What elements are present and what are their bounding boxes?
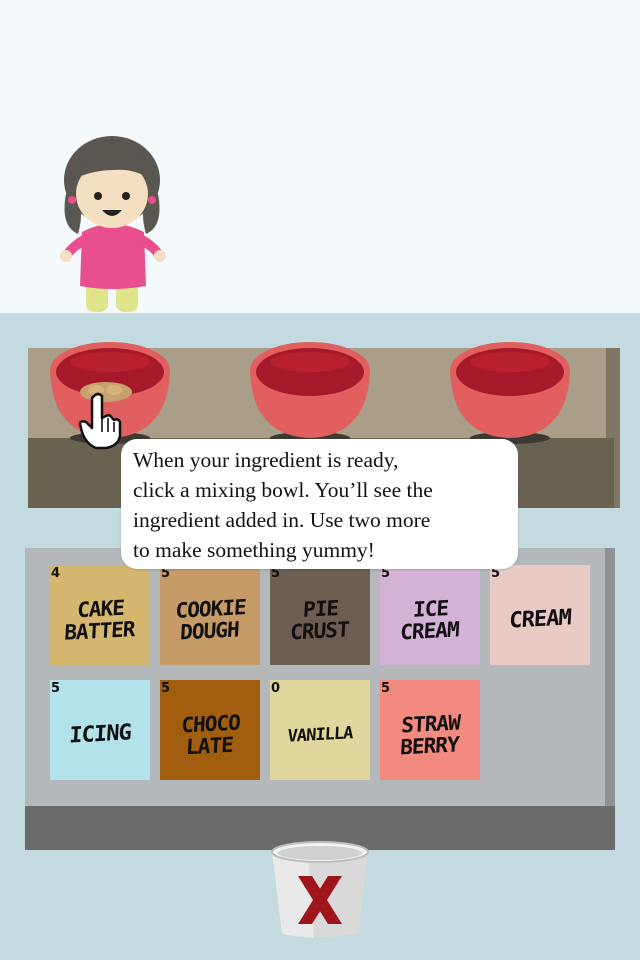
ingredient-label: STRAW BERRY (382, 692, 479, 779)
ingredient-label-line: BATTER (63, 617, 136, 645)
ingredient-tile[interactable]: 5 STRAW BERRY (380, 680, 480, 780)
mixing-bowl-2[interactable] (248, 340, 372, 444)
ingredient-tile[interactable]: 5 PIE CRUST (270, 565, 370, 665)
ingredient-label-line: CRUST (289, 617, 350, 645)
mixing-bowl-3[interactable] (448, 340, 572, 444)
tooltip-line: click a mixing bowl. You’ll see the (133, 478, 433, 502)
instruction-tooltip: When your ingredient is ready, click a m… (121, 439, 518, 569)
ingredient-count: 4 (51, 566, 61, 581)
ingredient-label: COOKIE DOUGH (162, 577, 259, 664)
tooltip-line: to make something yummy! (133, 538, 375, 562)
ingredient-tile[interactable]: 5 CHOCO LATE (160, 680, 260, 780)
tooltip-line: When your ingredient is ready, (133, 448, 399, 472)
ingredient-tile[interactable]: 5 CREAM (490, 565, 590, 665)
ingredient-label-line: BERRY (399, 732, 460, 760)
ingredient-label: ICING (52, 692, 149, 779)
ingredient-board-side (605, 548, 615, 850)
ingredient-label: VANILLA (272, 692, 369, 779)
ingredient-count: 5 (161, 681, 171, 696)
ingredient-label: ICE CREAM (382, 577, 479, 664)
pointing-hand-icon (78, 392, 124, 450)
ingredient-label-line: DOUGH (179, 617, 240, 645)
ingredient-count: 5 (381, 681, 391, 696)
ingredient-count: 5 (51, 681, 61, 696)
ingredient-label-line: CREAM (399, 617, 460, 645)
ingredient-tile[interactable]: 5 ICING (50, 680, 150, 780)
ingredient-label: CHOCO LATE (162, 692, 259, 779)
ingredient-tile[interactable]: 0 VANILLA (270, 680, 370, 780)
ingredient-label: CREAM (492, 577, 589, 664)
trash-bin-button[interactable] (268, 840, 372, 940)
ingredient-label: PIE CRUST (272, 577, 369, 664)
ingredient-tile[interactable]: 5 COOKIE DOUGH (160, 565, 260, 665)
ingredient-label-line: VANILLA (287, 723, 353, 747)
ingredient-tile[interactable]: 4 CAKE BATTER (50, 565, 150, 665)
ingredient-label-line: ICING (68, 720, 132, 749)
ingredient-label-line: LATE (185, 732, 234, 760)
tooltip-line: ingredient added in. Use two more (133, 508, 431, 532)
ingredient-label: CAKE BATTER (52, 577, 149, 664)
ingredient-count: 0 (271, 681, 281, 696)
girl-character (58, 134, 168, 316)
ingredient-label-line: CREAM (508, 605, 572, 634)
ingredient-tile[interactable]: 5 ICE CREAM (380, 565, 480, 665)
